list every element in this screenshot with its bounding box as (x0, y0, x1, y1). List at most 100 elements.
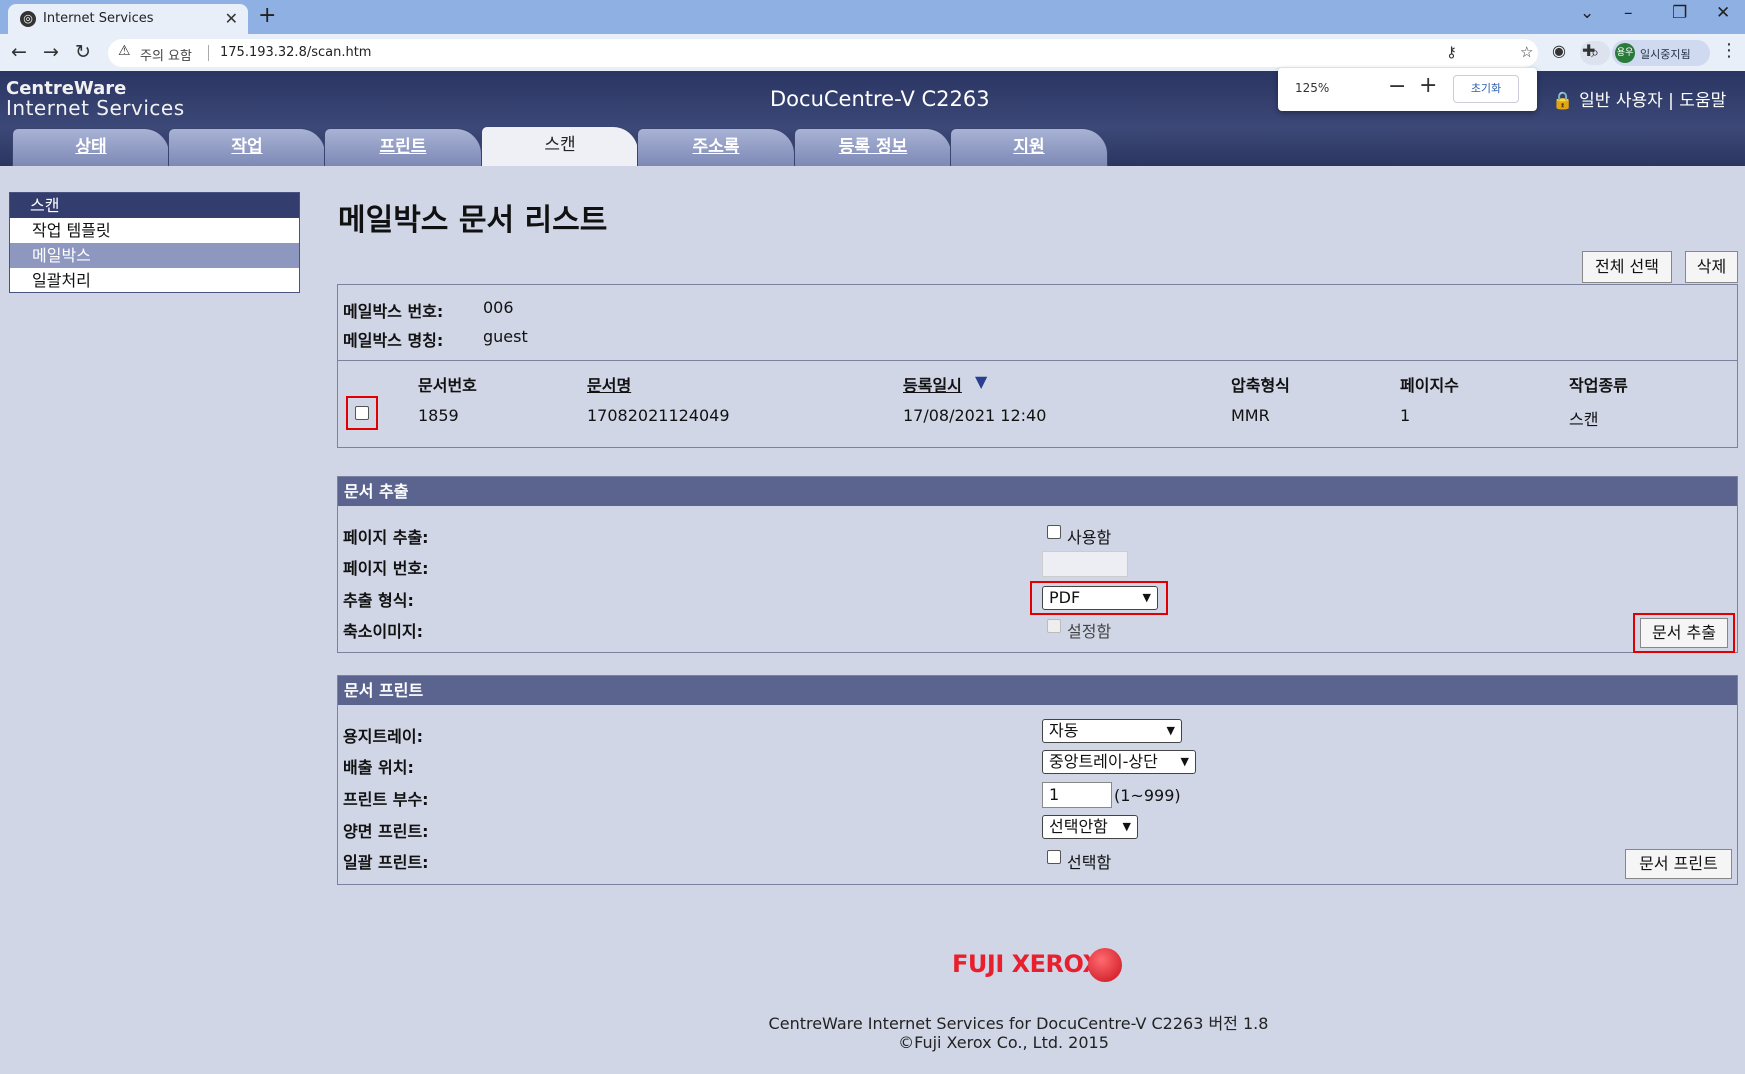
forward-icon[interactable]: → (43, 41, 59, 63)
browser-tab-strip: ◎ Internet Services ✕ + ⌄ – ❐ ✕ (0, 0, 1745, 34)
col-pages: 페이지수 (1400, 376, 1459, 395)
batch-label: 일괄 프린트: (343, 853, 429, 872)
zoom-in-button[interactable]: + (1419, 73, 1437, 98)
key-icon[interactable]: ⚷ (1446, 43, 1457, 61)
device-name: DocuCentre-V C2263 (770, 87, 990, 111)
sidebar-item-mailbox[interactable]: 메일박스 (10, 243, 299, 268)
footer-version: CentreWare Internet Services for DocuCen… (768, 1014, 1269, 1033)
col-doc-number: 문서번호 (418, 376, 477, 395)
page-title: 메일박스 문서 리스트 (338, 203, 608, 238)
warning-icon: ⚠ (118, 43, 131, 59)
select-all-button[interactable]: 전체 선택 (1582, 251, 1672, 283)
tab-status[interactable]: 상태 (12, 128, 170, 166)
globe-icon: ◎ (20, 11, 36, 27)
sidebar-header[interactable]: 스캔 (10, 193, 299, 218)
close-icon[interactable]: ✕ (225, 9, 238, 28)
page-extract-option[interactable]: 사용함 (1067, 524, 1111, 548)
sidebar: 스캔 작업 템플릿 메일박스 일괄처리 (9, 192, 300, 293)
page-extract-checkbox[interactable] (1047, 525, 1061, 539)
new-tab-button[interactable]: + (258, 3, 276, 28)
star-icon[interactable]: ☆ (1520, 43, 1533, 61)
page-number-input[interactable] (1042, 551, 1128, 577)
browser-toolbar: ← → ↻ ⚠ 주의 요함 175.193.32.8/scan.htm ⚷ ⌕ … (0, 34, 1745, 71)
zoom-percent: 125% (1295, 81, 1330, 95)
divider (338, 360, 1737, 361)
divider (208, 45, 209, 61)
mailbox-name-value: guest (483, 327, 528, 346)
sidebar-item-job-template[interactable]: 작업 템플릿 (10, 218, 299, 243)
cell-doc-name: 17082021124049 (587, 406, 730, 425)
thumbnail-checkbox[interactable] (1047, 619, 1061, 633)
tray-select[interactable]: 자동 ▼ (1042, 719, 1182, 743)
page-extract-label: 페이지 추출: (343, 528, 429, 547)
tab-title: Internet Services (43, 11, 154, 26)
menu-icon[interactable]: ⋮ (1720, 40, 1738, 61)
chevron-down-icon: ▼ (1142, 591, 1151, 604)
thumbnail-option[interactable]: 설정함 (1067, 618, 1111, 642)
col-compression: 압축형식 (1231, 376, 1290, 395)
copies-range: (1~999) (1114, 786, 1181, 805)
row-checkbox[interactable] (355, 406, 369, 420)
tab-support[interactable]: 지원 (950, 128, 1108, 166)
zoom-out-button[interactable]: − (1388, 74, 1406, 99)
output-label: 배출 위치: (343, 758, 414, 777)
footer-copyright: ©Fuji Xerox Co., Ltd. 2015 (898, 1033, 1109, 1052)
zoom-reset-button[interactable]: 초기화 (1453, 75, 1519, 103)
tab-jobs[interactable]: 작업 (168, 128, 326, 166)
profile-status: 일시중지됨 (1640, 48, 1691, 61)
duplex-select[interactable]: 선택안함 ▼ (1042, 815, 1138, 839)
extract-button[interactable]: 문서 추출 (1640, 618, 1728, 648)
duplex-value: 선택안함 (1049, 817, 1108, 836)
output-value: 중앙트레이-상단 (1049, 752, 1158, 771)
thumbnail-label: 축소이미지: (343, 622, 423, 641)
cell-date: 17/08/2021 12:40 (903, 406, 1047, 425)
sort-desc-icon[interactable]: ▼ (975, 372, 987, 391)
user-links-text[interactable]: 일반 사용자 | 도움말 (1579, 91, 1726, 111)
reload-icon[interactable]: ↻ (75, 41, 91, 63)
extract-section-title: 문서 추출 (338, 477, 1737, 506)
tab-properties[interactable]: 등록 정보 (794, 128, 952, 166)
extension-icon[interactable]: ◉ (1552, 41, 1566, 60)
batch-checkbox[interactable] (1047, 850, 1061, 864)
fuji-xerox-logo: FUJI XEROX (952, 950, 1101, 978)
copies-input[interactable]: 1 (1042, 782, 1112, 808)
zoom-popup: 125% − + 초기화 (1278, 68, 1537, 111)
tab-print[interactable]: 프린트 (324, 128, 482, 166)
address-bar[interactable]: ⚠ 주의 요함 175.193.32.8/scan.htm ⚷ ⌕ ☆ (108, 39, 1610, 67)
col-doc-name[interactable]: 문서명 (587, 372, 631, 396)
window-close-icon[interactable]: ✕ (1716, 3, 1730, 23)
minimize-icon[interactable]: – (1624, 3, 1633, 23)
delete-button[interactable]: 삭제 (1685, 251, 1738, 283)
sidebar-item-batch[interactable]: 일괄처리 (10, 268, 299, 293)
copies-label: 프린트 부수: (343, 790, 429, 809)
mailbox-name-label: 메일박스 명칭: (343, 331, 444, 350)
lock-icon: 🔒 (1552, 91, 1574, 111)
chevron-down-icon: ▼ (1122, 820, 1131, 833)
col-registered-date[interactable]: 등록일시 (903, 372, 962, 396)
back-icon[interactable]: ← (11, 41, 27, 63)
restore-icon[interactable]: ❐ (1672, 3, 1687, 23)
output-select[interactable]: 중앙트레이-상단 ▼ (1042, 750, 1196, 774)
url-text[interactable]: 175.193.32.8/scan.htm (220, 45, 371, 60)
col-job-type: 작업종류 (1569, 376, 1628, 395)
browser-tab[interactable]: ◎ Internet Services ✕ (8, 4, 248, 34)
format-select[interactable]: PDF ▼ (1042, 586, 1158, 610)
mailbox-number-label: 메일박스 번호: (343, 302, 444, 321)
chevron-down-icon: ▼ (1166, 724, 1175, 737)
print-button[interactable]: 문서 프린트 (1625, 849, 1732, 879)
tab-address-book[interactable]: 주소록 (637, 128, 795, 166)
user-links[interactable]: 🔒 일반 사용자 | 도움말 (1552, 86, 1726, 111)
tab-scan[interactable]: 스캔 (481, 126, 639, 166)
security-warning-label[interactable]: 주의 요함 (140, 45, 192, 64)
tab-search-icon[interactable]: ⌄ (1580, 3, 1594, 23)
mailbox-panel: 메일박스 번호: 006 메일박스 명칭: guest 문서번호 문서명 등록일… (337, 284, 1738, 448)
profile-button[interactable]: 용우 일시중지됨 (1612, 40, 1710, 66)
puzzle-icon[interactable]: ✚ (1582, 41, 1595, 60)
print-section-title: 문서 프린트 (338, 676, 1737, 705)
format-label: 추출 형식: (343, 591, 414, 610)
batch-option[interactable]: 선택함 (1067, 849, 1111, 873)
duplex-label: 양면 프린트: (343, 822, 429, 841)
cell-job-type: 스캔 (1569, 410, 1599, 429)
chevron-down-icon: ▼ (1180, 755, 1189, 768)
avatar: 용우 (1615, 43, 1635, 63)
